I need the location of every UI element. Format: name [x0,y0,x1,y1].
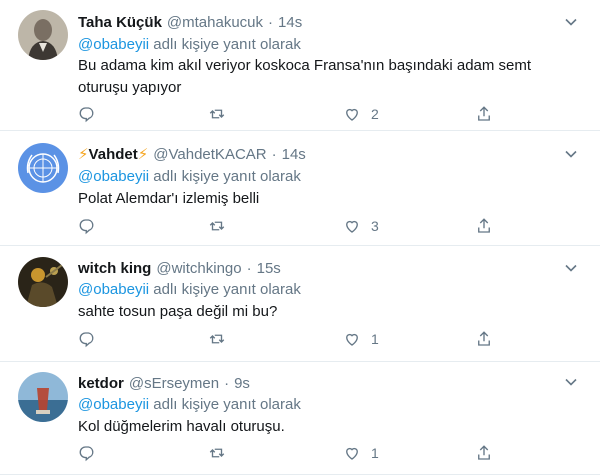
timestamp[interactable]: 14s [282,146,306,163]
share-icon [475,330,493,348]
like-button[interactable]: 3 [343,216,379,236]
reply-context: @obabeyii adlı kişiye yanıt olarak [78,168,301,185]
like-button[interactable]: 1 [343,443,379,463]
like-count: 1 [371,445,379,461]
tweet-text: sahte tosun paşa değil mi bu? [78,303,278,320]
reply-context: @obabeyii adlı kişiye yanıt olarak [78,281,301,298]
timestamp[interactable]: 14s [278,14,302,31]
display-name[interactable]: ⚡Vahdet⚡ [78,145,148,163]
share-button[interactable] [475,443,493,463]
heart-icon [343,105,361,123]
reply-button[interactable] [78,104,96,124]
tweet-text: Bu adama kim akıl veriyor koskoca Fransa… [78,57,532,96]
separator: · [271,145,277,163]
mention-link[interactable]: @obabeyii [78,168,149,185]
reply-button[interactable] [78,443,96,463]
mention-link[interactable]: @obabeyii [78,396,149,413]
reply-icon [78,330,96,348]
display-name[interactable]: witch king [78,260,151,277]
lightning-icon: ⚡ [78,146,89,163]
like-button[interactable]: 1 [343,329,379,349]
tweet-item[interactable]: witch king @witchkingo · 15s @obabeyii a… [0,246,600,362]
separator: · [246,259,252,277]
chevron-down-icon[interactable] [564,261,578,275]
retweet-icon [208,330,226,348]
retweet-button[interactable] [208,329,226,349]
reply-context: @obabeyii adlı kişiye yanıt olarak [78,396,301,413]
action-bar: 2 [78,104,508,124]
share-icon [475,444,493,462]
action-bar: 3 [78,216,508,236]
retweet-button[interactable] [208,443,226,463]
user-handle[interactable]: @mtahakucuk [167,14,263,31]
reply-label: adlı kişiye yanıt olarak [153,281,301,298]
tweet-item[interactable]: ketdor @sErseymen · 9s @obabeyii adlı ki… [0,362,600,475]
retweet-button[interactable] [208,104,226,124]
retweet-icon [208,444,226,462]
heart-icon [343,444,361,462]
like-button[interactable]: 2 [343,104,379,124]
tweet-text: Polat Alemdar'ı izlemiş belli [78,190,260,207]
reply-label: adlı kişiye yanıt olarak [153,396,301,413]
action-bar: 1 [78,443,508,463]
user-handle[interactable]: @VahdetKACAR [153,146,266,163]
tweet-text: Kol düğmelerim havalı oturuşu. [78,418,285,435]
timestamp[interactable]: 15s [257,260,281,277]
lightning-icon: ⚡ [137,146,149,163]
display-name[interactable]: ketdor [78,375,124,392]
share-icon [475,217,493,235]
mention-link[interactable]: @obabeyii [78,36,149,53]
user-handle[interactable]: @witchkingo [156,260,241,277]
reply-button[interactable] [78,329,96,349]
user-handle[interactable]: @sErseymen [129,375,219,392]
reply-icon [78,217,96,235]
avatar[interactable] [18,372,68,422]
like-count: 2 [371,106,379,122]
chevron-down-icon[interactable] [564,375,578,389]
reply-label: adlı kişiye yanıt olarak [153,168,301,185]
separator: · [268,13,274,31]
share-button[interactable] [475,104,493,124]
tweet-item[interactable]: ⚡Vahdet⚡ @VahdetKACAR · 14s @obabeyii ad… [0,131,600,246]
share-button[interactable] [475,329,493,349]
tweet-item[interactable]: Taha Küçük @mtahakucuk · 14s @obabeyii a… [0,0,600,131]
avatar[interactable] [18,257,68,307]
retweet-icon [208,217,226,235]
heart-icon [343,217,361,235]
reply-label: adlı kişiye yanıt olarak [153,36,301,53]
mention-link[interactable]: @obabeyii [78,281,149,298]
share-icon [475,105,493,123]
avatar[interactable] [18,143,68,193]
share-button[interactable] [475,216,493,236]
display-name-text: Vahdet [88,146,138,163]
retweet-button[interactable] [208,216,226,236]
reply-icon [78,105,96,123]
chevron-down-icon[interactable] [564,147,578,161]
heart-icon [343,330,361,348]
like-count: 1 [371,331,379,347]
reply-context: @obabeyii adlı kişiye yanıt olarak [78,36,301,53]
separator: · [224,374,230,392]
chevron-down-icon[interactable] [564,15,578,29]
retweet-icon [208,105,226,123]
avatar[interactable] [18,10,68,60]
timestamp[interactable]: 9s [234,375,250,392]
reply-button[interactable] [78,216,96,236]
reply-icon [78,444,96,462]
like-count: 3 [371,218,379,234]
display-name[interactable]: Taha Küçük [78,14,162,31]
action-bar: 1 [78,329,508,349]
